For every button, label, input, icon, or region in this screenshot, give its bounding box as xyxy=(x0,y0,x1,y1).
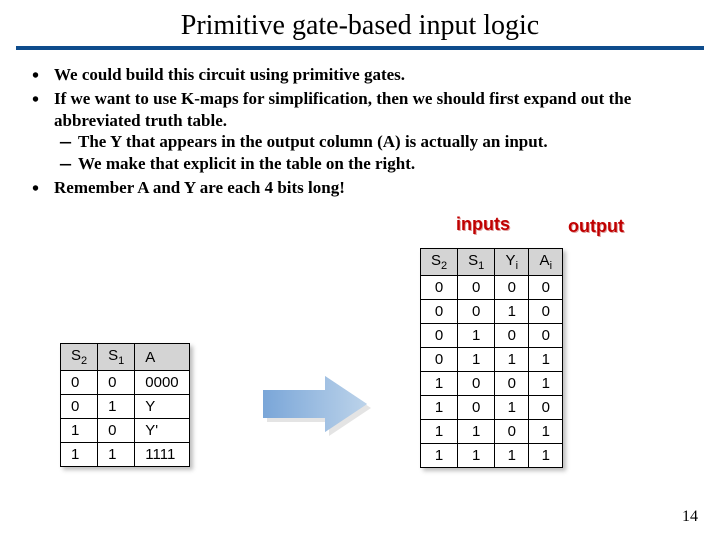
left-header-s2: S2 xyxy=(61,344,98,371)
page-number: 14 xyxy=(682,508,698,526)
slide-title: Primitive gate-based input logic xyxy=(0,0,720,46)
output-label: output xyxy=(568,216,624,237)
left-header-a: A xyxy=(135,344,189,371)
table-row: 0010 xyxy=(421,300,563,324)
table-row: 10Y' xyxy=(61,419,190,443)
right-header-s1: S1 xyxy=(458,249,495,276)
right-header-s2: S2 xyxy=(421,249,458,276)
table-row: 1101 xyxy=(421,420,563,444)
inputs-label: inputs xyxy=(456,214,510,235)
bullet-2-text: If we want to use K-maps for simplificat… xyxy=(54,89,631,130)
bullet-2: • If we want to use K-maps for simplific… xyxy=(54,88,686,175)
table-row: 1111 xyxy=(421,444,563,468)
table-row: 01Y xyxy=(61,395,190,419)
bullet-dot-icon: • xyxy=(32,179,39,199)
dash-icon: – xyxy=(60,153,71,173)
bullet-1: • We could build this circuit using prim… xyxy=(54,64,686,86)
table-row: 1001 xyxy=(421,372,563,396)
left-header-s1: S1 xyxy=(98,344,135,371)
sub-bullet-2: – We make that explicit in the table on … xyxy=(56,153,686,175)
dash-icon: – xyxy=(60,131,71,151)
arrow-icon xyxy=(255,368,375,440)
table-row: 000000 xyxy=(61,371,190,395)
table-row: 0000 xyxy=(421,276,563,300)
bullet-list: • We could build this circuit using prim… xyxy=(0,50,720,199)
right-header-ai: Ai xyxy=(529,249,563,276)
table-row: 0100 xyxy=(421,324,563,348)
right-header-yi: Yi xyxy=(495,249,529,276)
bullet-1-text: We could build this circuit using primit… xyxy=(54,65,405,84)
bullet-dot-icon: • xyxy=(32,66,39,86)
table-row: 111111 xyxy=(61,443,190,467)
bullet-3-text: Remember A and Y are each 4 bits long! xyxy=(54,178,345,197)
bullet-dot-icon: • xyxy=(32,90,39,110)
table-row: 1010 xyxy=(421,396,563,420)
sub-bullet-1: – The Y that appears in the output colum… xyxy=(56,131,686,153)
sub-bullet-1-text: The Y that appears in the output column … xyxy=(78,132,548,151)
sub-bullet-2-text: We make that explicit in the table on th… xyxy=(78,154,415,173)
right-truth-table: S2 S1 Yi Ai 0000 0010 0100 0111 1001 101… xyxy=(420,248,563,468)
bullet-3: • Remember A and Y are each 4 bits long! xyxy=(54,177,686,199)
left-truth-table: S2 S1 A 000000 01Y 10Y' 111111 xyxy=(60,343,190,467)
table-row: 0111 xyxy=(421,348,563,372)
